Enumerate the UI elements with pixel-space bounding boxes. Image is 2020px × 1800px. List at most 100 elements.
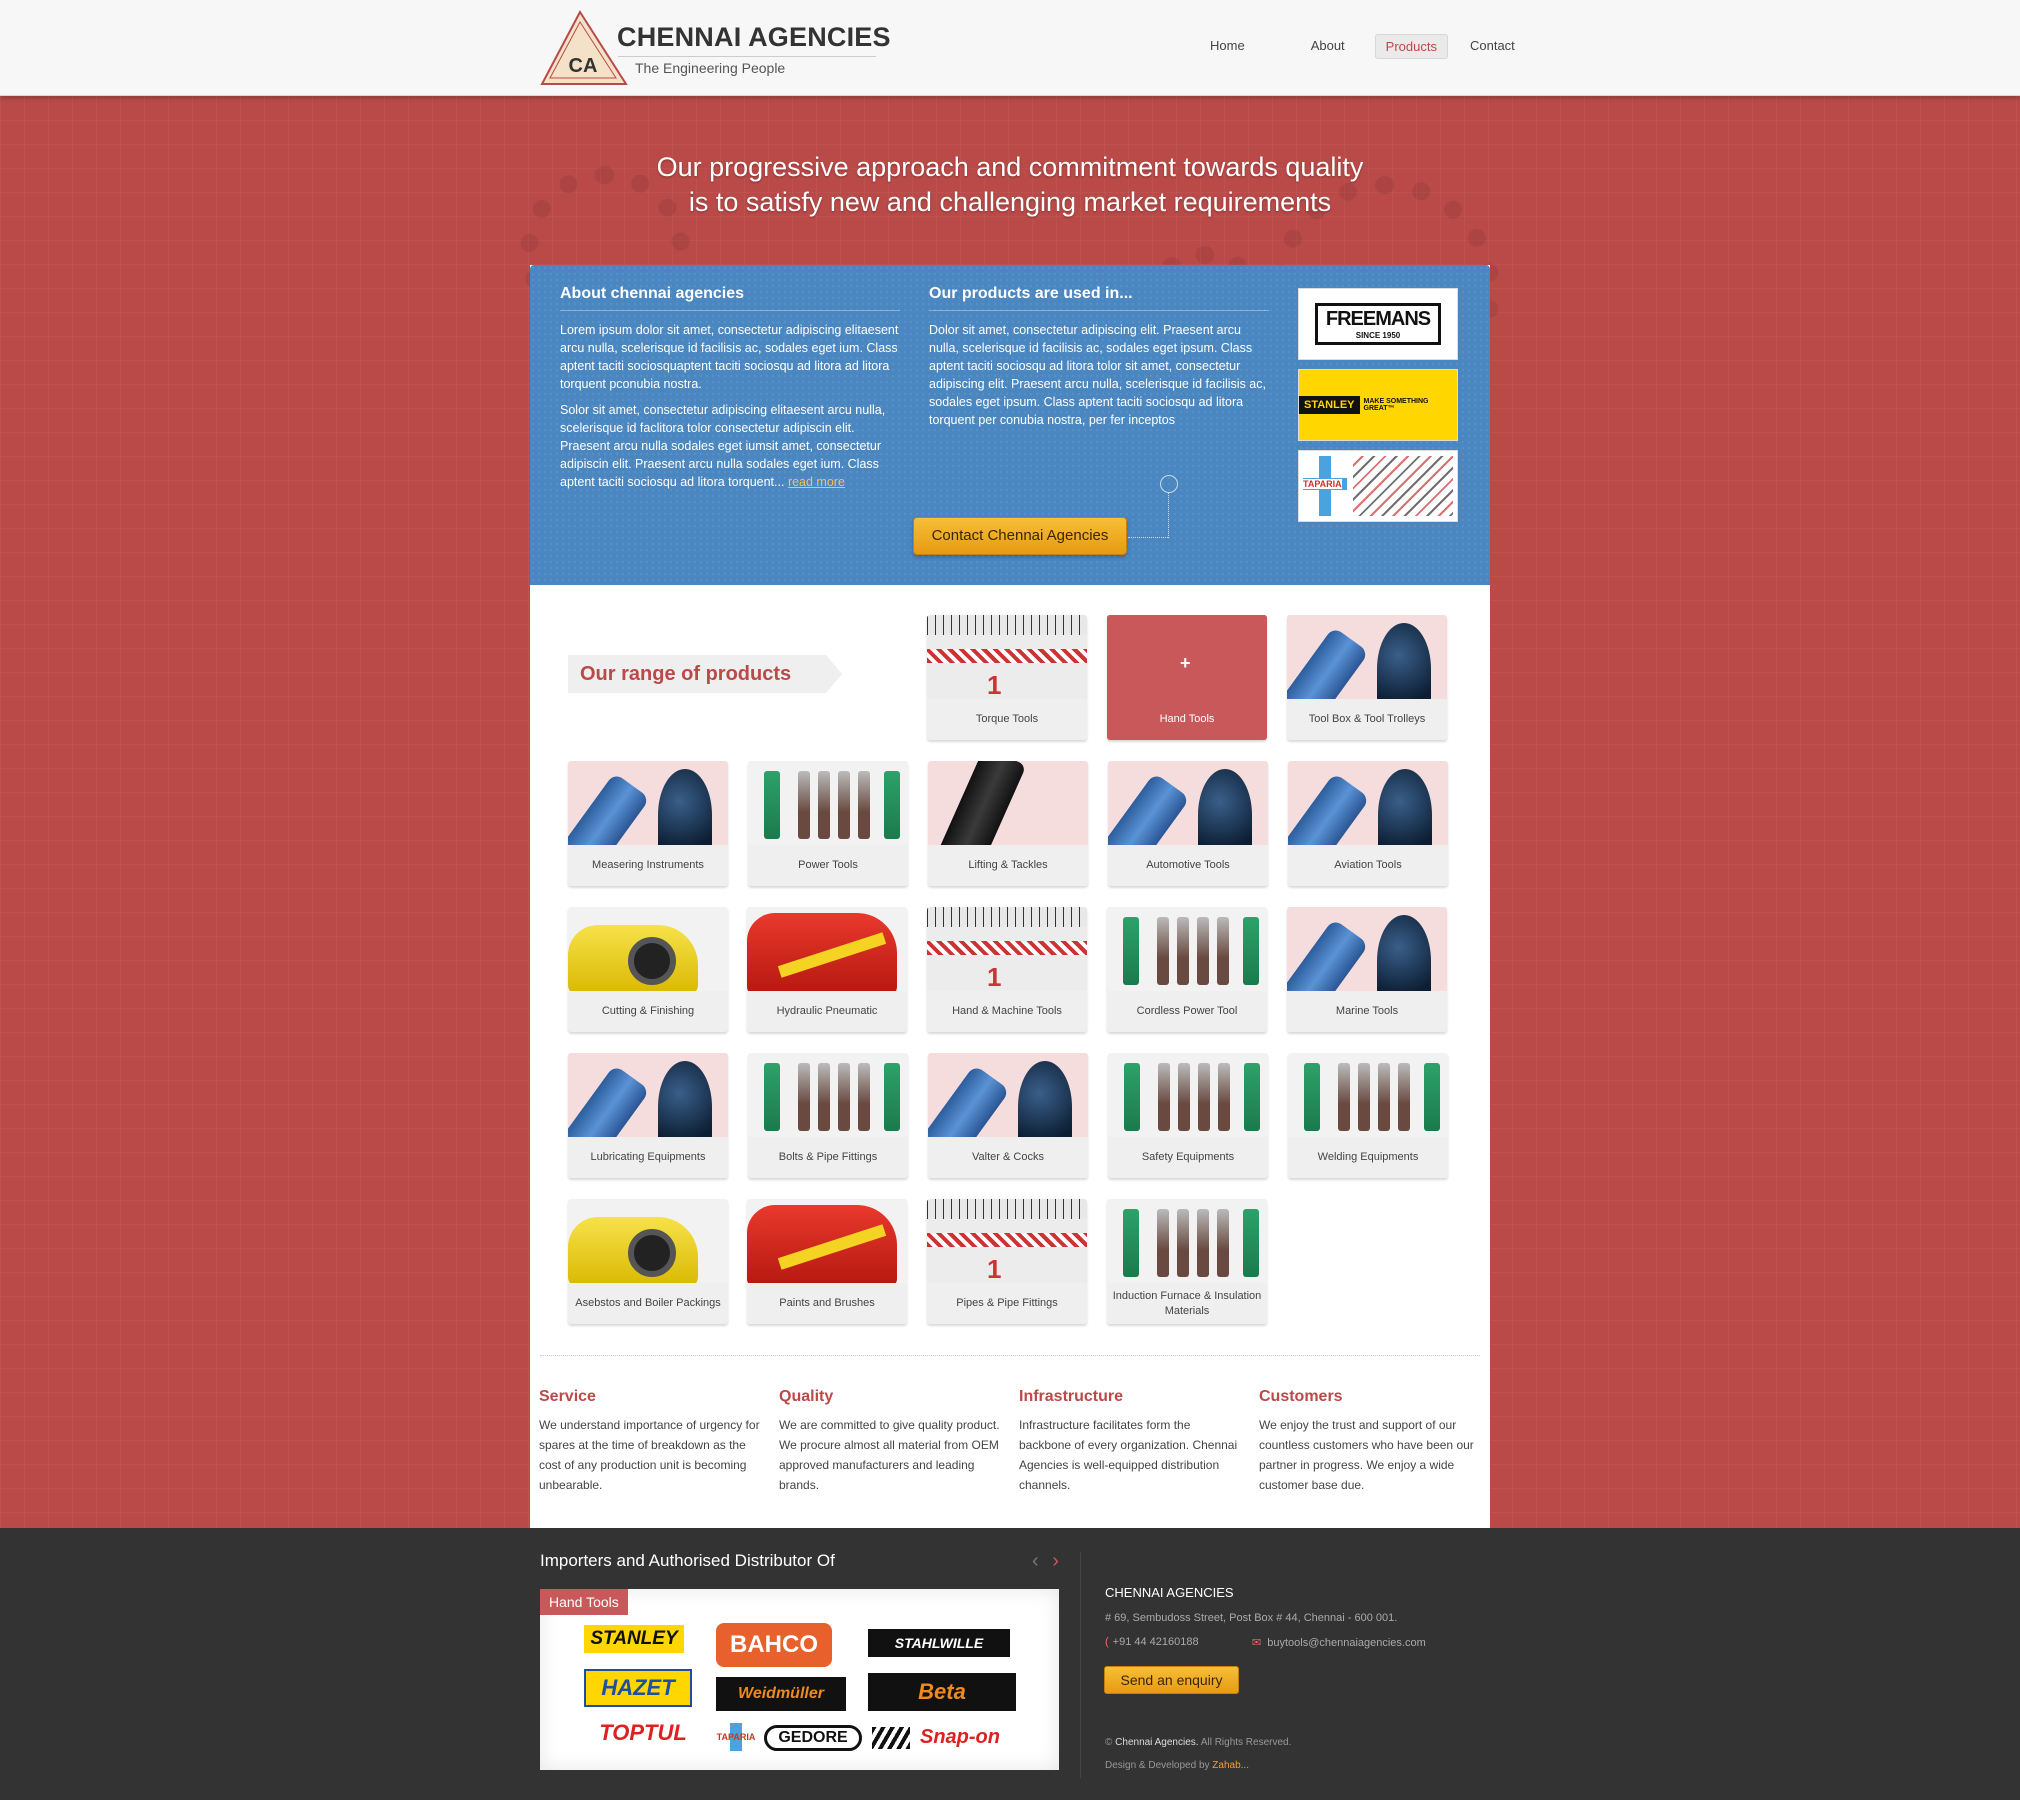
carousel-next-icon[interactable]: › <box>1052 1550 1059 1572</box>
product-thumb <box>568 1053 728 1137</box>
nav-about[interactable]: About <box>1301 34 1355 59</box>
product-thumb: 1 <box>927 615 1087 699</box>
product-thumb <box>928 1053 1088 1137</box>
brand-logo-weidmuller[interactable]: Weidmüller <box>716 1677 846 1711</box>
brand-logo-toptul[interactable]: TOPTUL <box>588 1719 698 1747</box>
about-title-rule <box>560 310 900 311</box>
brand-logo-beta[interactable]: Beta <box>868 1673 1016 1711</box>
freemans-logo[interactable]: FREEMANS SINCE 1950 <box>1298 288 1458 360</box>
footer-divider <box>1080 1552 1081 1778</box>
product-label: Induction Furnace & Insulation Materials <box>1112 1289 1262 1317</box>
product-tile-bolts[interactable]: Bolts & Pipe Fittings <box>748 1053 908 1178</box>
product-thumb <box>1287 615 1447 699</box>
nav-products[interactable]: Products <box>1374 34 1448 59</box>
feature-quality-text: We are committed to give quality product… <box>779 1418 1000 1492</box>
mail-icon: ✉ <box>1252 1637 1262 1649</box>
email-address[interactable]: buytools@chennaiagencies.com <box>1267 1637 1426 1649</box>
brand-divider <box>618 56 876 57</box>
feature-infrastructure-title: Infrastructure <box>1019 1388 1124 1405</box>
nav-home[interactable]: Home <box>1200 34 1255 59</box>
brand-logo-bahco[interactable]: BAHCO <box>716 1623 832 1667</box>
freemans-since: SINCE 1950 <box>1355 331 1401 340</box>
product-tile-measuring[interactable]: Measering Instruments <box>568 761 728 886</box>
feature-customers-title: Customers <box>1259 1388 1343 1405</box>
freemans-wordmark: FREEMANS <box>1325 308 1431 330</box>
product-label: Tool Box & Tool Trolleys <box>1308 713 1426 725</box>
product-label: Paints and Brushes <box>779 1297 875 1309</box>
about-paragraph-1: Lorem ipsum dolor sit amet, consectetur … <box>560 323 899 391</box>
product-thumb <box>748 1053 908 1137</box>
brand-logo-stanley[interactable]: STANLEY <box>584 1625 684 1653</box>
contact-button[interactable]: Contact Chennai Agencies <box>913 517 1127 555</box>
footer-address: # 69, Sembudoss Street, Post Box # 44, C… <box>1105 1612 1398 1624</box>
developer-link[interactable]: Zahab... <box>1212 1760 1249 1771</box>
product-tile-automotive[interactable]: Automotive Tools <box>1108 761 1268 886</box>
brand-logo-stahlwille[interactable]: STAHLWILLE <box>868 1629 1010 1657</box>
footer-company-name: CHENNAI AGENCIES <box>1105 1585 1234 1600</box>
product-label: Pipes & Pipe Fittings <box>956 1297 1058 1309</box>
carousel-arrows: ‹ › <box>1032 1550 1059 1573</box>
product-label: Cutting & Finishing <box>601 1005 695 1017</box>
product-label: Lubricating Equipments <box>590 1151 706 1163</box>
developer-credit: Design & Developed by Zahab... <box>1105 1760 1249 1771</box>
product-tile-asbestos[interactable]: Asebstos and Boiler Packings <box>568 1199 728 1324</box>
product-tile-hand-tools[interactable]: + Hand Tools <box>1107 615 1267 740</box>
section-divider <box>540 1355 1480 1356</box>
product-thumb <box>1108 761 1268 845</box>
product-thumb <box>747 1199 907 1283</box>
product-thumb: 1 <box>927 907 1087 991</box>
product-tile-hydraulic[interactable]: Hydraulic Pneumatic <box>747 907 907 1032</box>
product-tile-lifting[interactable]: Lifting & Tackles <box>928 761 1088 886</box>
taparia-logo[interactable]: TAPARIA <box>1298 450 1458 522</box>
copyright-symbol: © <box>1105 1737 1113 1748</box>
intro-section: About chennai agencies Lorem ipsum dolor… <box>530 265 1490 585</box>
product-tile-tool-box[interactable]: Tool Box & Tool Trolleys <box>1287 615 1447 740</box>
product-label: Aviation Tools <box>1334 859 1402 871</box>
brand-name[interactable]: CHENNAI AGENCIES <box>617 22 891 53</box>
nav-contact[interactable]: Contact <box>1460 34 1525 59</box>
product-tile-pipes[interactable]: 1 Pipes & Pipe Fittings <box>927 1199 1087 1324</box>
stanley-wordmark: STANLEY <box>1299 396 1360 414</box>
feature-customers-text: We enjoy the trust and support of our co… <box>1259 1418 1474 1492</box>
category-tab[interactable]: Hand Tools <box>540 1589 628 1615</box>
product-tile-marine[interactable]: Marine Tools <box>1287 907 1447 1032</box>
brand-logo-hazet[interactable]: HAZET <box>584 1669 692 1707</box>
product-tile-torque-tools[interactable]: 1 Torque Tools <box>927 615 1087 740</box>
carousel-prev-icon[interactable]: ‹ <box>1032 1550 1039 1572</box>
product-label: Welding Equipments <box>1317 1151 1419 1163</box>
logo-initials: CA <box>569 55 598 77</box>
product-label: Hand Tools <box>1159 713 1215 725</box>
footer-phone: (+91 44 42160188 <box>1105 1636 1199 1648</box>
product-tile-hand-machine[interactable]: 1 Hand & Machine Tools <box>927 907 1087 1032</box>
product-tile-induction[interactable]: Induction Furnace & Insulation Materials <box>1107 1199 1267 1324</box>
product-thumb <box>928 761 1088 845</box>
product-tile-lubricating[interactable]: Lubricating Equipments <box>568 1053 728 1178</box>
feature-quality-title: Quality <box>779 1388 834 1405</box>
product-tile-paints[interactable]: Paints and Brushes <box>747 1199 907 1324</box>
brand-logo-snapon[interactable]: Snap-on <box>910 1723 1010 1751</box>
product-thumb <box>748 761 908 845</box>
product-label: Bolts & Pipe Fittings <box>778 1151 878 1163</box>
taparia-cross-icon: TAPARIA <box>1303 456 1347 516</box>
distributor-title: Importers and Authorised Distributor Of <box>540 1551 835 1570</box>
stanley-logo[interactable]: STANLEY MAKE SOMETHING GREAT™ <box>1298 369 1458 441</box>
pliers-icon <box>1353 456 1453 516</box>
brand-logo-gedore[interactable]: GEDORE <box>764 1725 862 1751</box>
product-tile-cordless[interactable]: Cordless Power Tool <box>1107 907 1267 1032</box>
product-label: Automotive Tools <box>1146 859 1230 871</box>
send-enquiry-button[interactable]: Send an enquiry <box>1104 1666 1239 1694</box>
stanley-tagline: MAKE SOMETHING GREAT™ <box>1363 398 1429 412</box>
product-thumb <box>568 761 728 845</box>
product-tile-safety[interactable]: Safety Equipments <box>1108 1053 1268 1178</box>
feature-infrastructure-text: Infrastructure facilitates form the back… <box>1019 1418 1238 1492</box>
product-label: Power Tools <box>798 859 858 871</box>
read-more-link[interactable]: read more <box>788 475 845 489</box>
product-tile-aviation[interactable]: Aviation Tools <box>1288 761 1448 886</box>
product-tile-power-tools[interactable]: Power Tools <box>748 761 908 886</box>
brand-logo-taparia[interactable]: TAPARIA <box>716 1723 756 1751</box>
product-tile-welding[interactable]: Welding Equipments <box>1288 1053 1448 1178</box>
phone-icon: ( <box>1105 1636 1109 1648</box>
product-tile-valter[interactable]: Valter & Cocks <box>928 1053 1088 1178</box>
product-tile-cutting[interactable]: Cutting & Finishing <box>568 907 728 1032</box>
product-label: Torque Tools <box>975 713 1039 725</box>
